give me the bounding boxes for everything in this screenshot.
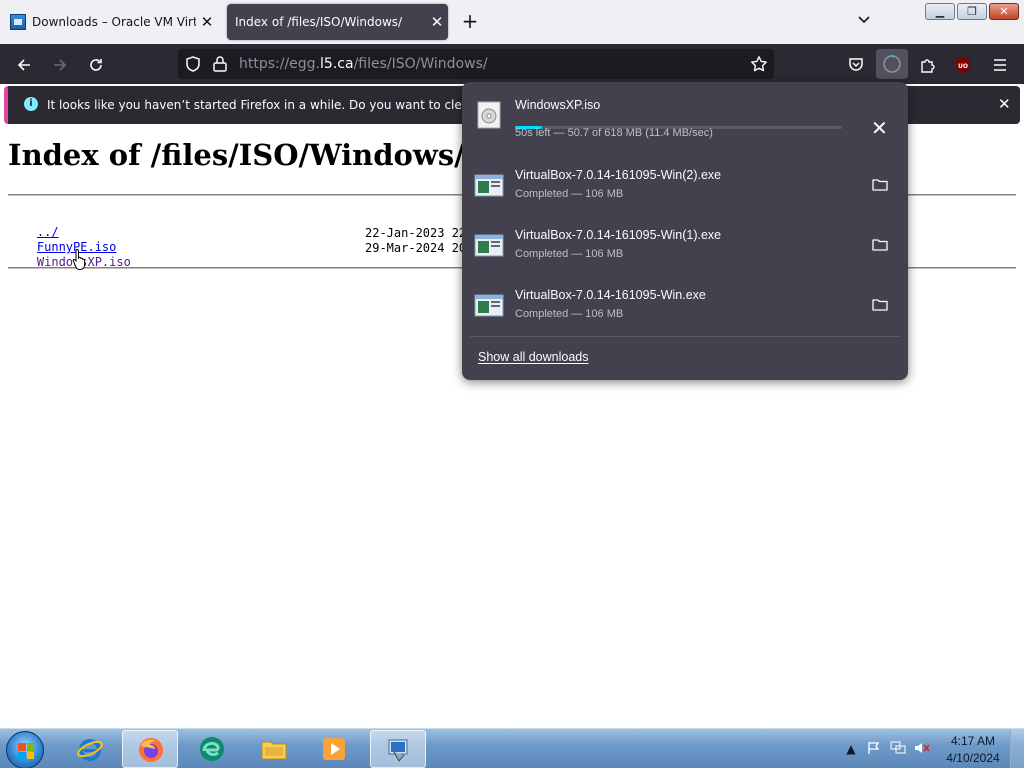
volume-muted-icon[interactable] xyxy=(914,741,930,757)
download-status: Completed — 106 MB xyxy=(515,188,624,200)
tab-strip: Downloads – Oracle VM VirtualBox ✕ Index… xyxy=(0,0,1024,44)
downloads-panel: WindowsXP.iso 50s left — 50.7 of 618 MB … xyxy=(462,82,908,380)
info-icon: i xyxy=(24,97,38,111)
file-date: 22-Jan-2023 22 xyxy=(365,226,467,240)
notification-message: It looks like you haven’t started Firefo… xyxy=(47,98,528,112)
show-desktop-button[interactable] xyxy=(1010,729,1024,768)
close-tab-icon[interactable]: ✕ xyxy=(426,11,448,33)
taskbar-media-player[interactable] xyxy=(306,730,362,768)
restore-button[interactable]: ❐ xyxy=(957,3,987,20)
reload-icon[interactable] xyxy=(83,52,109,78)
open-folder-icon[interactable] xyxy=(872,298,888,311)
windows-logo-icon xyxy=(18,743,34,759)
taskbar-file-explorer[interactable] xyxy=(246,730,302,768)
download-item-virtualbox[interactable]: VirtualBox-7.0.14-161095-Win.exe Complet… xyxy=(462,280,908,340)
navigation-toolbar: https://egg.l5.ca/files/ISO/Windows/ UO xyxy=(0,44,1024,84)
download-status: 50s left — 50.7 of 618 MB (11.4 MB/sec) xyxy=(515,127,713,139)
tab-title: Index of /files/ISO/Windows/ xyxy=(235,15,403,29)
downloads-button[interactable] xyxy=(876,49,908,79)
url-prefix: https://egg. xyxy=(239,56,321,72)
url-text[interactable]: https://egg.l5.ca/files/ISO/Windows/ xyxy=(239,56,488,72)
back-arrow-icon[interactable] xyxy=(11,52,37,78)
menu-hamburger-icon[interactable] xyxy=(987,52,1013,78)
close-tab-icon[interactable]: ✕ xyxy=(196,11,218,33)
svg-text:UO: UO xyxy=(958,63,968,70)
lock-icon[interactable] xyxy=(212,55,228,73)
iso-disc-file-icon xyxy=(474,100,504,130)
close-window-button[interactable]: ✕ xyxy=(989,3,1019,20)
clock-time[interactable]: 4:17 AM xyxy=(947,734,999,748)
extensions-puzzle-icon[interactable] xyxy=(915,52,941,78)
page-title: Index of /files/ISO/Windows/ xyxy=(8,138,465,172)
download-item-virtualbox-1[interactable]: VirtualBox-7.0.14-161095-Win(1).exe Comp… xyxy=(462,220,908,280)
hand-pointer-cursor-icon xyxy=(72,248,88,270)
edge-icon xyxy=(200,737,224,761)
taskbar-firefox[interactable] xyxy=(122,730,178,768)
installer-icon xyxy=(388,739,408,762)
download-status: Completed — 106 MB xyxy=(515,248,624,260)
star-icon[interactable] xyxy=(750,55,768,73)
open-folder-icon[interactable] xyxy=(872,238,888,251)
show-all-downloads-button[interactable]: Show all downloads xyxy=(478,350,589,364)
chevron-down-icon[interactable] xyxy=(852,12,876,32)
exe-installer-file-icon xyxy=(474,290,504,320)
start-button[interactable] xyxy=(6,731,44,768)
url-path: /files/ISO/Windows/ xyxy=(353,56,488,72)
new-tab-icon[interactable]: + xyxy=(458,10,482,34)
close-notification-icon[interactable]: ✕ xyxy=(998,95,1011,113)
media-player-icon xyxy=(323,738,345,760)
forward-arrow-icon[interactable] xyxy=(47,52,73,78)
virtualbox-favicon-icon xyxy=(10,14,26,30)
taskbar-edge[interactable] xyxy=(184,730,240,768)
download-status: Completed — 106 MB xyxy=(515,308,624,320)
minimize-button[interactable]: ▁ xyxy=(925,3,955,20)
internet-explorer-icon xyxy=(77,739,103,761)
download-item-virtualbox-2[interactable]: VirtualBox-7.0.14-161095-Win(2).exe Comp… xyxy=(462,160,908,220)
url-host: l5.ca xyxy=(320,56,354,72)
ublock-origin-icon[interactable]: UO xyxy=(954,56,972,74)
cancel-download-icon[interactable]: ✕ xyxy=(871,116,888,141)
shield-icon[interactable] xyxy=(184,55,202,73)
show-hidden-icons-chevron-icon[interactable]: ▲ xyxy=(843,741,859,757)
download-filename: VirtualBox-7.0.14-161095-Win(2).exe xyxy=(515,168,722,182)
downloads-progress-icon xyxy=(883,55,901,73)
clock-date[interactable]: 4/10/2024 xyxy=(941,751,1005,765)
taskbar-installer[interactable] xyxy=(370,730,426,768)
download-filename: WindowsXP.iso xyxy=(515,98,601,112)
folder-icon xyxy=(261,741,287,760)
windows-taskbar: ▲ 4:17 AM 4/10/2024 xyxy=(0,728,1024,768)
pocket-icon[interactable] xyxy=(843,52,869,78)
tab-title: Downloads – Oracle VM VirtualBox xyxy=(32,15,196,29)
firefox-icon xyxy=(139,738,163,762)
tab-virtualbox-downloads[interactable]: Downloads – Oracle VM VirtualBox ✕ xyxy=(4,4,218,40)
panel-divider xyxy=(470,336,900,337)
exe-installer-file-icon xyxy=(474,230,504,260)
download-filename: VirtualBox-7.0.14-161095-Win.exe xyxy=(515,288,706,302)
open-folder-icon[interactable] xyxy=(872,178,888,191)
exe-installer-file-icon xyxy=(474,170,504,200)
network-icon[interactable] xyxy=(890,741,906,757)
action-center-flag-icon[interactable] xyxy=(866,741,882,757)
download-filename: VirtualBox-7.0.14-161095-Win(1).exe xyxy=(515,228,722,242)
download-item-windowsxp[interactable]: WindowsXP.iso 50s left — 50.7 of 618 MB … xyxy=(462,90,908,150)
taskbar-internet-explorer[interactable] xyxy=(62,730,118,768)
address-bar[interactable]: https://egg.l5.ca/files/ISO/Windows/ xyxy=(178,49,774,79)
file-date: 29-Mar-2024 20 xyxy=(365,241,467,255)
tab-index-windows[interactable]: Index of /files/ISO/Windows/ ✕ xyxy=(227,4,448,40)
